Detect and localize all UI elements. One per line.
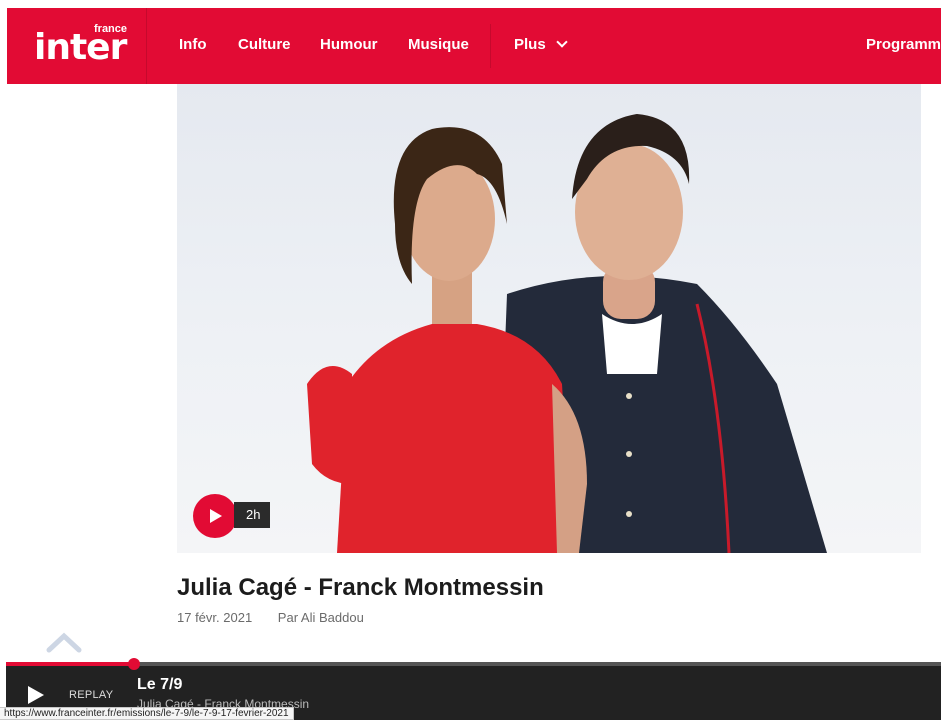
- status-url-tooltip: https://www.franceinter.fr/emissions/le-…: [0, 707, 294, 720]
- replay-label: REPLAY: [69, 689, 114, 701]
- logo-superscript: france: [94, 23, 128, 35]
- episode-play-button[interactable]: [193, 494, 237, 538]
- nav-item-programme[interactable]: Programme: [866, 36, 941, 54]
- chevron-down-icon: [556, 36, 568, 48]
- nav-item-info[interactable]: Info: [179, 36, 207, 54]
- chevron-up-icon[interactable]: [46, 630, 82, 654]
- episode-title[interactable]: Julia Cagé - Franck Montmessin: [177, 574, 544, 602]
- episode-duration-badge: 2h: [234, 502, 271, 528]
- episode-meta: 17 févr. 2021 Par Ali Baddou: [177, 610, 364, 625]
- episode-date: 17 févr. 2021: [177, 610, 253, 625]
- progress-track[interactable]: [6, 658, 941, 670]
- nav-item-humour[interactable]: Humour: [320, 36, 378, 54]
- nav-item-musique[interactable]: Musique: [408, 36, 469, 54]
- episode-hero-image[interactable]: 2h: [177, 84, 921, 553]
- header-divider: [146, 8, 147, 84]
- nav-item-plus-label: Plus: [514, 36, 546, 53]
- site-header: inter france Info Culture Humour Musique…: [7, 8, 941, 84]
- hosts-photo: [307, 114, 827, 553]
- nav-divider: [490, 24, 491, 68]
- player-show-title[interactable]: Le 7/9: [137, 676, 182, 694]
- progress-fill: [6, 662, 135, 666]
- progress-handle[interactable]: [128, 658, 141, 670]
- nav-item-culture[interactable]: Culture: [238, 36, 291, 54]
- nav-item-plus[interactable]: Plus: [514, 36, 568, 54]
- episode-byline[interactable]: Par Ali Baddou: [278, 610, 364, 625]
- player-play-button[interactable]: [28, 686, 44, 704]
- play-icon: [210, 509, 222, 523]
- france-inter-logo[interactable]: inter france: [34, 20, 128, 70]
